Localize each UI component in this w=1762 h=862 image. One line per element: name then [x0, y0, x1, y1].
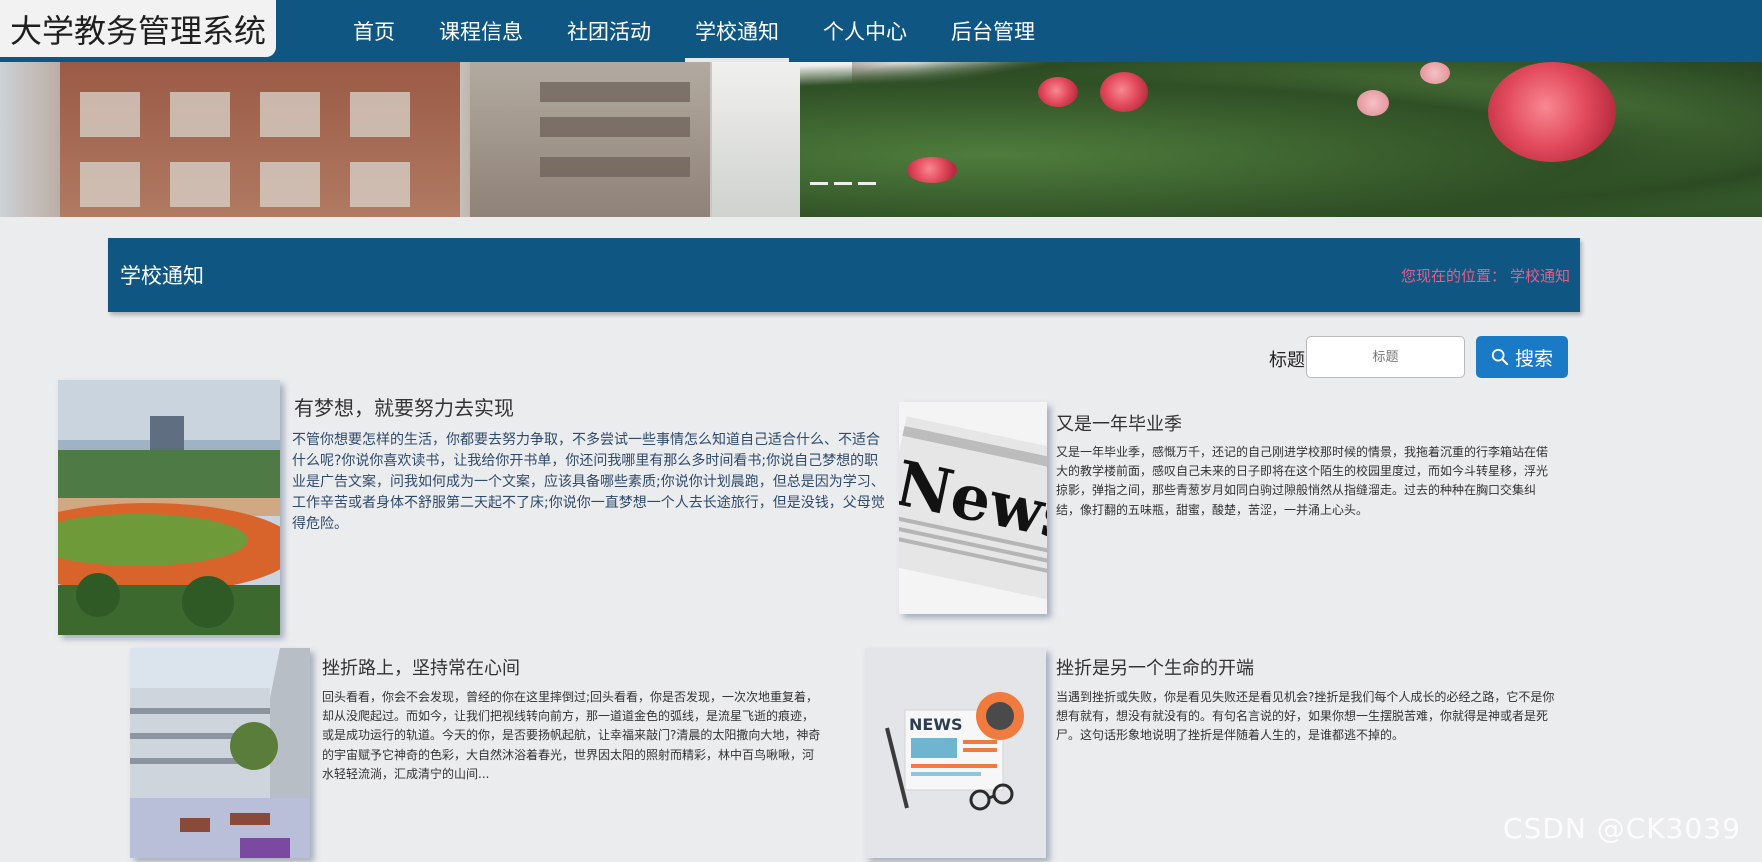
- camellia-flower: [1488, 62, 1616, 162]
- banner-foliage: [800, 62, 1762, 217]
- news-badge-text: NEWS: [909, 715, 963, 734]
- notice-3-image[interactable]: [130, 648, 310, 858]
- nav-item-admin[interactable]: 后台管理: [929, 0, 1057, 62]
- notice-2-image[interactable]: News: [899, 402, 1047, 614]
- notice-4-content: 当遇到挫折或失败，你是看见失败还是看见机会?挫折是我们每个人成长的必经之路，它不…: [1056, 690, 1555, 743]
- top-nav-bar: 大学教务管理系统 首页 课程信息 社团活动 学校通知 个人中心 后台管理: [0, 0, 1762, 62]
- camellia-flower: [1100, 72, 1148, 112]
- breadcrumb: 您现在的位置： 学校通知: [1401, 238, 1570, 312]
- notice-1-content: 不管你想要怎样的生活，你都要去努力争取，不多尝试一些事情怎么知道自己适合什么、不…: [292, 432, 885, 532]
- carousel-indicators: [810, 182, 876, 185]
- notice-3-title[interactable]: 挫折路上，坚持常在心间: [322, 654, 520, 680]
- banner-carousel[interactable]: [0, 62, 1762, 217]
- camellia-bud: [1420, 62, 1450, 84]
- camellia-bud: [1357, 90, 1389, 116]
- camellia-flower: [1038, 77, 1078, 107]
- search-button[interactable]: 搜索: [1476, 336, 1568, 378]
- news-newspaper-photo: News: [899, 402, 1047, 614]
- nav-item-profile[interactable]: 个人中心: [801, 0, 929, 62]
- carousel-dot-1[interactable]: [810, 182, 828, 185]
- nav-item-notices[interactable]: 学校通知: [673, 0, 801, 62]
- nav-item-clubs[interactable]: 社团活动: [545, 0, 673, 62]
- carousel-dot-3[interactable]: [858, 182, 876, 185]
- campus-courtyard-photo: [130, 648, 310, 858]
- notice-4-image[interactable]: NEWS: [865, 648, 1046, 858]
- notice-2-content: 又是一年毕业季，感慨万千，还记的自己刚进学校那时候的情景，我拖着沉重的行李箱站在…: [1056, 445, 1549, 517]
- search-input[interactable]: [1306, 336, 1465, 378]
- search-button-label: 搜索: [1514, 348, 1553, 370]
- notice-1-image[interactable]: [58, 380, 280, 635]
- app-title[interactable]: 大学教务管理系统: [0, 0, 276, 57]
- camellia-flower: [907, 157, 957, 183]
- notice-2-title[interactable]: 又是一年毕业季: [1056, 410, 1182, 436]
- nav-item-courses[interactable]: 课程信息: [417, 0, 545, 62]
- notice-4-title[interactable]: 挫折是另一个生命的开端: [1056, 654, 1254, 680]
- notice-3-content: 回头看看，你会不会发现，曾经的你在这里摔倒过;回头看看，你是否发现，一次次地重复…: [322, 690, 821, 781]
- search-label: 标题: [1269, 350, 1305, 371]
- notice-1-title[interactable]: 有梦想，就要努力去实现: [294, 392, 514, 421]
- breadcrumb-current[interactable]: 学校通知: [1510, 265, 1570, 286]
- section-title: 学校通知: [120, 264, 204, 288]
- nav-item-home[interactable]: 首页: [331, 0, 417, 62]
- news-flat-illustration: NEWS: [865, 648, 1046, 858]
- banner-building-2: [470, 62, 710, 217]
- main-nav: 首页 课程信息 社团活动 学校通知 个人中心 后台管理: [331, 0, 1057, 62]
- watermark: CSDN @CK3039: [1503, 812, 1741, 845]
- campus-track-photo: [58, 380, 280, 635]
- banner-building: [60, 62, 460, 217]
- carousel-dot-2[interactable]: [834, 182, 852, 185]
- search-icon: [1491, 348, 1509, 366]
- section-header: 学校通知 您现在的位置： 学校通知: [108, 238, 1580, 312]
- breadcrumb-label: 您现在的位置：: [1400, 266, 1506, 285]
